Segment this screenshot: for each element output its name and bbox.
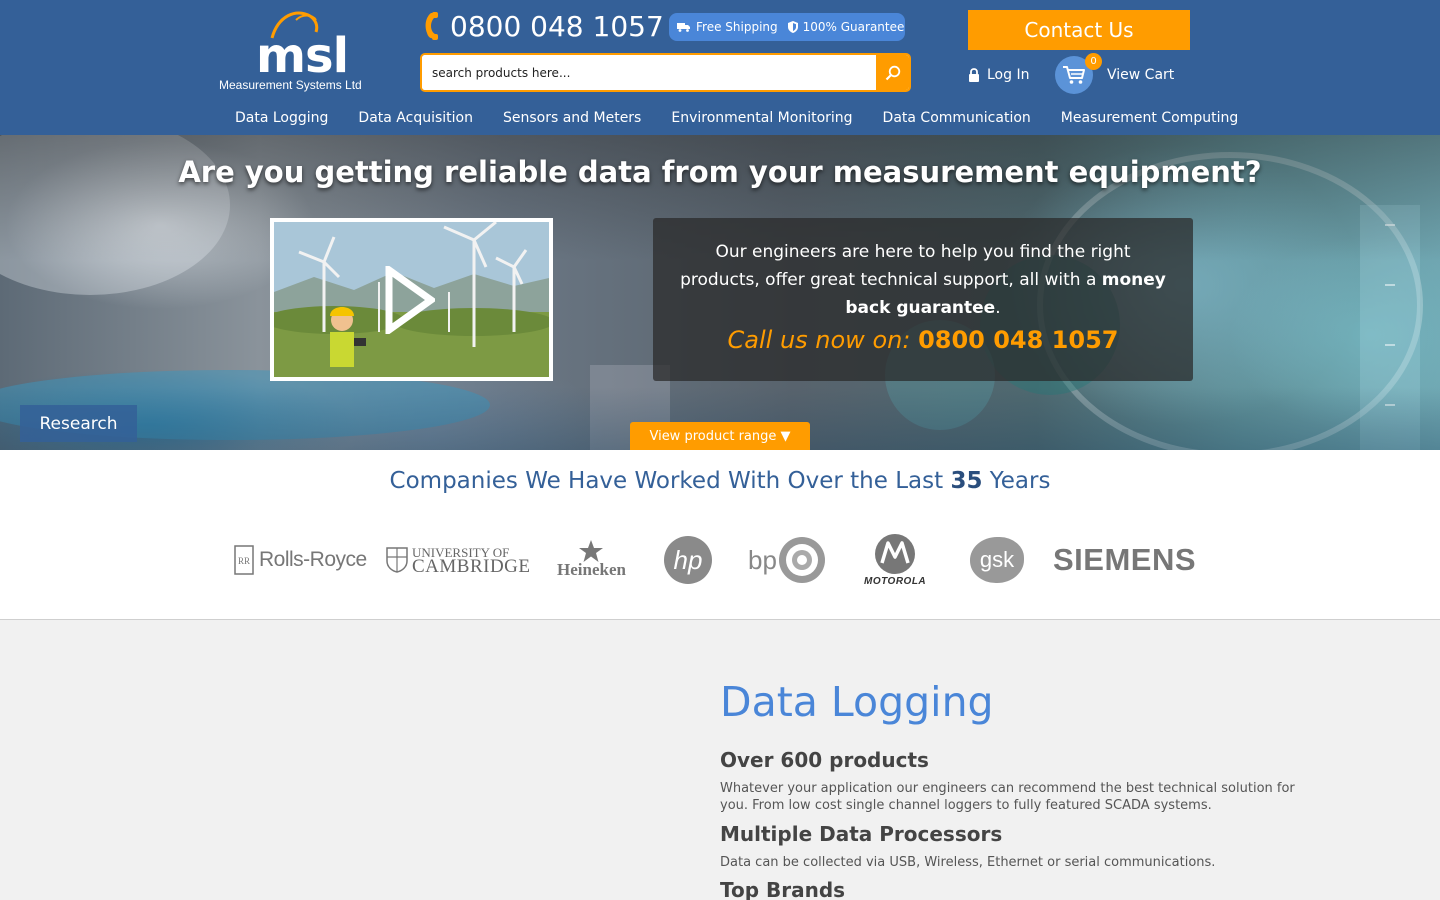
bp-logo: bp	[748, 530, 827, 590]
phone-number: 0800 048 1057	[450, 9, 664, 43]
support-text-end: .	[995, 298, 1001, 318]
siemens-logo: SIEMENS	[1053, 530, 1196, 590]
truck-icon	[677, 23, 690, 32]
search-input[interactable]	[422, 55, 877, 90]
cart-icon-wrap: 0	[1055, 53, 1102, 94]
bp-wordmark: bp	[748, 544, 777, 575]
login-label: Log In	[987, 67, 1030, 83]
companies-heading-years: 35	[950, 468, 983, 494]
feature-text: Data can be collected via USB, Wireless,…	[720, 855, 1216, 870]
feature-block: Top Brands	[720, 878, 1320, 900]
nav-item-data-logging[interactable]: Data Logging	[220, 107, 343, 129]
logo-subtitle: Measurement Systems Ltd	[219, 78, 362, 92]
heineken-star-icon	[579, 540, 604, 562]
cart-label: View Cart	[1107, 67, 1175, 83]
feature-block: Over 600 products Whatever your applicat…	[720, 748, 1320, 814]
shield-icon	[787, 21, 798, 33]
hp-circle: hp	[664, 536, 712, 584]
phone-icon	[425, 12, 438, 40]
nav-item-measurement-computing[interactable]: Measurement Computing	[1046, 107, 1253, 129]
trust-badges: Free Shipping 100% Guarantee	[669, 13, 905, 41]
main-nav: Data Logging Data Acquisition Sensors an…	[220, 107, 1253, 129]
feature-heading: Multiple Data Processors	[720, 822, 1003, 846]
search-button[interactable]	[876, 55, 909, 90]
gsk-shape: gsk	[970, 537, 1024, 583]
gsk-wordmark: gsk	[979, 547, 1015, 572]
rolls-royce-logo: RR Rolls-Royce	[234, 530, 367, 590]
support-info-box: Our engineers are here to help you find …	[653, 218, 1193, 381]
feature-block: Multiple Data Processors Data can be col…	[720, 822, 1320, 871]
heineken-logo: Heineken	[557, 530, 626, 590]
guarantee-badge: 100% Guarantee	[787, 20, 905, 34]
feature-heading: Top Brands	[720, 878, 846, 900]
support-info-text: Our engineers are here to help you find …	[673, 238, 1173, 322]
companies-heading-suffix: Years	[982, 468, 1051, 494]
msl-logo[interactable]: msl Measurement Systems Ltd	[218, 10, 384, 94]
hero-banner: Are you getting reliable data from your …	[0, 135, 1440, 450]
data-logging-title: Data Logging	[720, 678, 994, 726]
cambridge-crest-icon	[386, 547, 408, 573]
client-companies-section: Companies We Have Worked With Over the L…	[0, 450, 1440, 620]
guarantee-label: 100% Guarantee	[802, 20, 905, 34]
siemens-wordmark: SIEMENS	[1053, 542, 1197, 577]
hero-headline: Are you getting reliable data from your …	[178, 155, 1262, 189]
companies-heading-prefix: Companies We Have Worked With Over the L…	[389, 468, 951, 494]
free-shipping-label: Free Shipping	[696, 20, 778, 34]
search-icon	[885, 65, 900, 80]
rolls-royce-emblem-icon: RR	[234, 545, 254, 575]
play-icon	[385, 266, 435, 334]
rolls-royce-wordmark: Rolls-Royce	[259, 548, 367, 571]
slide-category-tag: Research	[20, 405, 137, 442]
cart-count-badge: 0	[1085, 53, 1102, 70]
motorola-logo: MOTOROLA	[864, 530, 926, 590]
search-bar	[420, 53, 911, 92]
free-shipping-badge: Free Shipping	[677, 20, 778, 34]
feature-text: Whatever your application our engineers …	[720, 781, 1295, 813]
call-us-label: Call us now on:	[727, 326, 919, 354]
cambridge-wordmark: UNIVERSITY OF CAMBRIDGE	[412, 546, 531, 577]
gsk-logo: gsk	[970, 530, 1024, 590]
client-logos-row: RR Rolls-Royce UNIVERSITY OF CAMBRIDGE H…	[0, 530, 1440, 590]
contact-us-button[interactable]: Contact Us	[968, 10, 1190, 50]
header-phone[interactable]: 0800 048 1057	[422, 8, 664, 44]
cart-icon	[1063, 66, 1085, 84]
call-us-number: 0800 048 1057	[918, 326, 1119, 354]
companies-heading: Companies We Have Worked With Over the L…	[0, 468, 1440, 494]
hp-wordmark: hp	[673, 544, 703, 575]
svg-text:RR: RR	[238, 556, 250, 566]
nav-item-sensors-and-meters[interactable]: Sensors and Meters	[488, 107, 656, 129]
view-product-range-button[interactable]: View product range ▼	[630, 422, 810, 450]
login-link[interactable]: Log In	[968, 62, 1029, 88]
support-text-part: Our engineers are here to help you find …	[680, 242, 1131, 290]
site-header: msl Measurement Systems Ltd 0800 048 105…	[0, 0, 1440, 135]
video-thumbnail[interactable]	[270, 218, 553, 381]
heineken-wordmark: Heineken	[557, 560, 626, 579]
lock-icon	[969, 68, 979, 82]
hp-logo: hp	[664, 530, 712, 590]
cambridge-line-2: CAMBRIDGE	[412, 556, 531, 577]
call-us-line[interactable]: Call us now on: 0800 048 1057	[653, 326, 1193, 354]
motorola-batwing-icon	[875, 534, 916, 574]
nav-item-data-acquisition[interactable]: Data Acquisition	[343, 107, 488, 129]
nav-item-data-communication[interactable]: Data Communication	[868, 107, 1046, 129]
view-cart-link[interactable]: 0 View Cart	[1055, 53, 1175, 94]
motorola-wordmark: MOTOROLA	[864, 576, 927, 587]
logo-wordmark: msl	[256, 28, 349, 84]
nav-item-environmental-monitoring[interactable]: Environmental Monitoring	[656, 107, 867, 129]
feature-heading: Over 600 products	[720, 748, 929, 772]
bp-helios-icon	[778, 537, 825, 583]
cambridge-logo: UNIVERSITY OF CAMBRIDGE	[386, 530, 531, 590]
data-logging-section: Data Logging Over 600 products Whatever …	[0, 621, 1440, 900]
